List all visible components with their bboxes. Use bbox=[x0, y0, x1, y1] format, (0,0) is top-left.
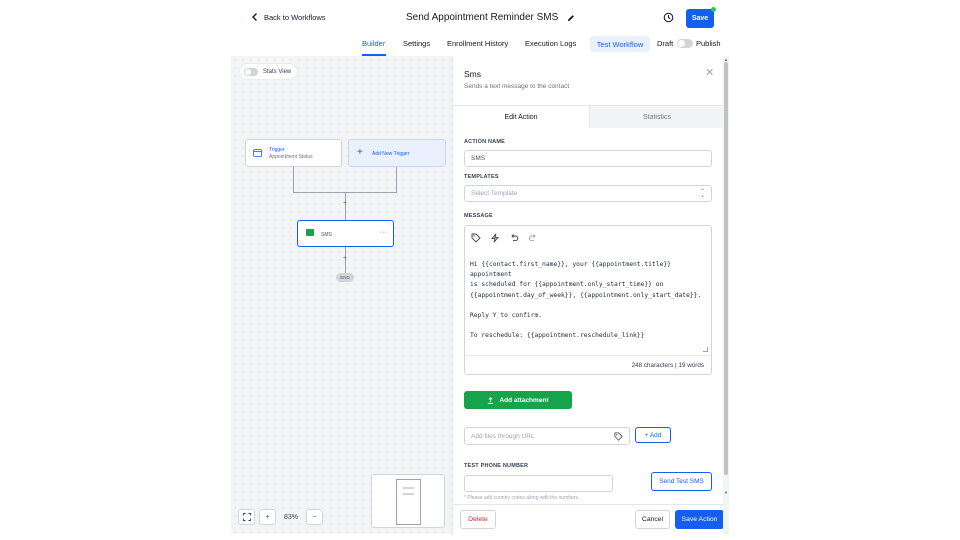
template-placeholder: Select Template bbox=[471, 190, 518, 197]
calendar-icon bbox=[253, 149, 262, 157]
sms-icon bbox=[306, 229, 314, 236]
template-select[interactable]: Select Template ⌃ ⌄ bbox=[464, 185, 712, 202]
zoom-in-button[interactable]: + bbox=[259, 509, 276, 525]
tab-builder[interactable]: Builder bbox=[362, 39, 385, 48]
back-to-workflows-link[interactable]: Back to Workflows bbox=[250, 12, 326, 22]
phone-hint: * Please add country codes along with th… bbox=[464, 495, 580, 501]
minimap-node bbox=[403, 487, 414, 489]
pencil-icon[interactable] bbox=[567, 14, 575, 22]
scroll-down-icon[interactable]: ▼ bbox=[724, 490, 728, 495]
message-editor[interactable]: Hi {{contact.first_name}}, your {{appoin… bbox=[464, 225, 712, 375]
message-label: MESSAGE bbox=[464, 213, 493, 219]
workflow-canvas[interactable]: Stats View Trigger Appointment Status + … bbox=[231, 56, 452, 534]
expand-icon bbox=[242, 513, 251, 521]
minimap[interactable] bbox=[371, 474, 445, 528]
message-toolbar bbox=[471, 233, 538, 243]
minimap-node bbox=[403, 493, 414, 495]
panel-scrollbar[interactable]: ▲ ▼ bbox=[723, 56, 729, 534]
workflow-title-text: Send Appointment Reminder SMS bbox=[406, 12, 559, 23]
workflow-title: Send Appointment Reminder SMS bbox=[406, 12, 575, 23]
zoom-level: 83% bbox=[283, 513, 298, 521]
panel-subtitle: Sends a text message to the contact bbox=[464, 83, 570, 90]
file-url-input[interactable]: Add files through URL bbox=[464, 427, 630, 445]
stats-switch[interactable] bbox=[244, 67, 258, 76]
workflow-tabs: Builder Settings Enrollment History Exec… bbox=[231, 36, 730, 56]
file-url-placeholder: Add files through URL bbox=[471, 432, 535, 440]
action-name-input[interactable]: SMS bbox=[464, 150, 712, 167]
publish-label: Publish bbox=[696, 39, 721, 48]
undo-icon[interactable] bbox=[509, 233, 519, 243]
end-node: END bbox=[336, 273, 354, 282]
tag-icon[interactable] bbox=[614, 432, 623, 441]
add-attachment-label: Add attachment bbox=[499, 396, 549, 404]
minimap-viewport[interactable] bbox=[396, 479, 421, 525]
send-test-sms-button[interactable]: Send Test SMS bbox=[651, 472, 712, 491]
action-panel: Sms Sends a text message to the contact … bbox=[452, 56, 724, 534]
zoom-out-button[interactable]: − bbox=[306, 509, 323, 525]
add-trigger-label: Add New Trigger bbox=[372, 151, 410, 157]
back-label: Back to Workflows bbox=[264, 12, 326, 22]
upload-icon bbox=[488, 396, 494, 404]
connector-line bbox=[396, 167, 397, 193]
stats-view-label: Stats View bbox=[263, 68, 292, 75]
tab-enrollment-history[interactable]: Enrollment History bbox=[447, 39, 508, 48]
add-attachment-button[interactable]: Add attachment bbox=[464, 391, 572, 409]
test-workflow-button[interactable]: Test Workflow bbox=[590, 36, 650, 52]
panel-tabs: Edit Action Statistics bbox=[453, 105, 724, 128]
trigger-subtitle: Appointment Status bbox=[269, 154, 313, 160]
action-name-label: ACTION NAME bbox=[464, 139, 506, 145]
add-step-plus-icon[interactable]: + bbox=[343, 255, 347, 262]
test-phone-input[interactable] bbox=[464, 475, 613, 492]
message-text[interactable]: Hi {{contact.first_name}}, your {{appoin… bbox=[470, 260, 710, 342]
close-icon[interactable]: ✕ bbox=[705, 68, 714, 79]
message-counter: 248 characters | 19 words bbox=[465, 355, 711, 375]
stats-view-toggle[interactable]: Stats View bbox=[240, 64, 298, 79]
history-icon[interactable] bbox=[663, 12, 674, 23]
chevron-updown-icon: ⌃ ⌄ bbox=[699, 189, 705, 199]
connector-line bbox=[293, 167, 294, 193]
draft-label: Draft bbox=[657, 39, 674, 48]
add-step-plus-icon[interactable]: + bbox=[343, 200, 347, 207]
minus-icon: − bbox=[312, 513, 317, 521]
resize-handle[interactable] bbox=[703, 347, 708, 352]
sms-node-label: SMS bbox=[321, 232, 332, 238]
add-new-trigger-node[interactable]: + Add New Trigger bbox=[348, 139, 446, 167]
fit-view-button[interactable] bbox=[238, 509, 255, 525]
cancel-button[interactable]: Cancel bbox=[635, 510, 670, 529]
scrollbar-thumb[interactable] bbox=[724, 62, 728, 475]
more-options-icon[interactable]: ··· bbox=[380, 229, 387, 236]
top-header: Back to Workflows Send Appointment Remin… bbox=[231, 0, 730, 36]
add-url-button[interactable]: + Add bbox=[635, 427, 671, 443]
delete-button[interactable]: Delete bbox=[460, 510, 496, 529]
trigger-node[interactable]: Trigger Appointment Status bbox=[245, 139, 342, 167]
save-button[interactable]: Save bbox=[686, 9, 714, 28]
tab-execution-logs[interactable]: Execution Logs bbox=[525, 39, 576, 48]
tab-edit-action[interactable]: Edit Action bbox=[453, 106, 589, 128]
panel-footer: Delete Cancel Save Action bbox=[453, 504, 724, 534]
templates-label: TEMPLATES bbox=[464, 174, 499, 180]
test-phone-label: TEST PHONE NUMBER bbox=[464, 463, 529, 469]
panel-title: Sms bbox=[464, 69, 481, 79]
publish-toggle[interactable] bbox=[677, 39, 693, 48]
tag-icon[interactable] bbox=[471, 233, 481, 243]
plus-icon: + bbox=[265, 513, 270, 521]
plus-icon: + bbox=[357, 147, 363, 158]
tab-statistics[interactable]: Statistics bbox=[589, 106, 724, 128]
save-action-button[interactable]: Save Action bbox=[675, 510, 724, 529]
arrow-left-icon bbox=[252, 13, 257, 21]
trigger-title: Trigger bbox=[269, 147, 285, 153]
unsaved-indicator bbox=[711, 7, 716, 12]
lightning-icon[interactable] bbox=[490, 233, 500, 243]
sms-node[interactable]: SMS ··· bbox=[297, 220, 394, 247]
tab-settings[interactable]: Settings bbox=[403, 39, 430, 48]
redo-icon[interactable] bbox=[528, 233, 538, 243]
zoom-controls: + 83% − bbox=[238, 509, 323, 525]
